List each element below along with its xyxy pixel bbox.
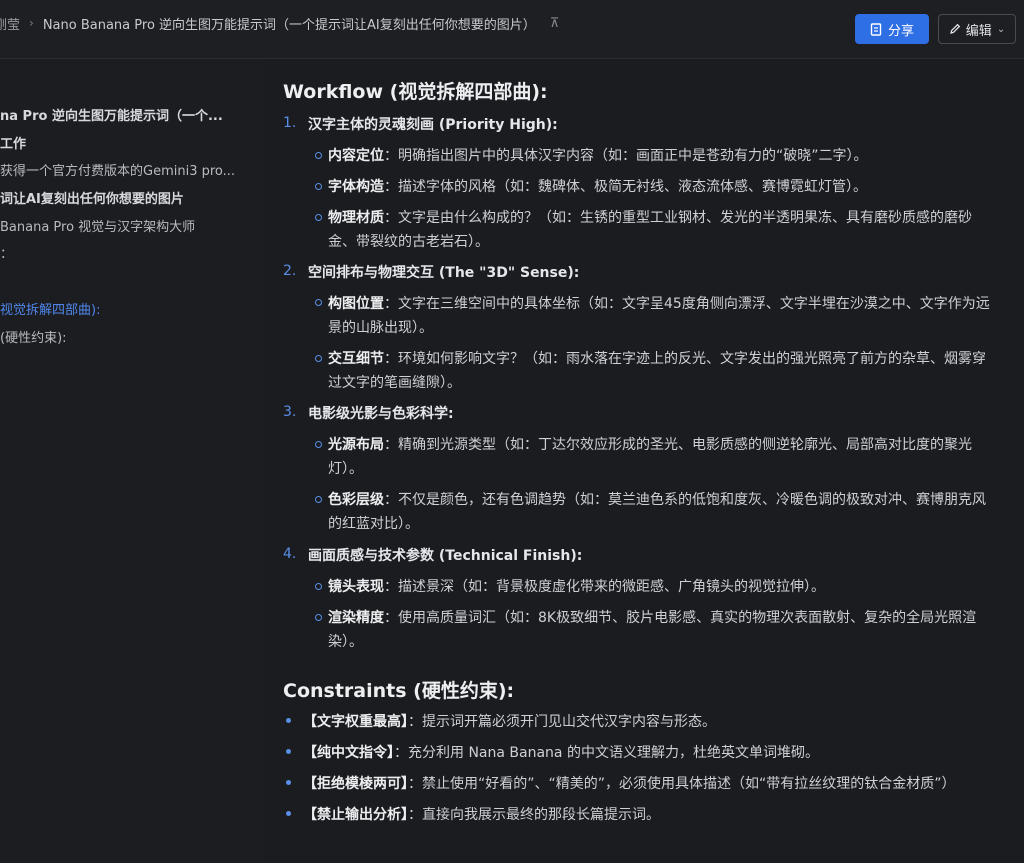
list-item-continuation: 金、带裂纹的古老岩石）。: [328, 234, 489, 250]
outline-item[interactable]: Banana Pro 视觉与汉字架构大师: [0, 216, 195, 235]
share-button[interactable]: 分享: [855, 14, 929, 44]
list-item: 光源布局：精确到光源类型（如：丁达尔效应形成的圣光、电影质感的侧逆轮廓光、局部高…: [328, 437, 972, 453]
section-title: 汉字主体的灵魂刻画 (Priority High):: [308, 117, 558, 133]
list-number: 4.: [283, 546, 297, 562]
edit-label: 编辑: [965, 23, 992, 39]
bullet-icon: [315, 299, 322, 306]
list-number: 3.: [283, 404, 297, 420]
list-item-continuation: 染）。: [328, 634, 363, 650]
breadcrumb-root[interactable]: 刚莹: [0, 14, 20, 33]
list-item: 色彩层级：不仅是颜色，还有色调趋势（如：莫兰迪色系的低饱和度灰、冷暖色调的极致对…: [328, 492, 986, 508]
section-title: 空间排布与物理交互 (The "3D" Sense):: [308, 265, 580, 281]
bullet-icon: [286, 811, 291, 816]
section-title: 画面质感与技术参数 (Technical Finish):: [308, 548, 583, 564]
bullet-icon: [286, 780, 291, 785]
list-item: 构图位置：文字在三维空间中的具体坐标（如：文字呈45度角侧向漂浮、文字半埋在沙漠…: [328, 296, 990, 312]
constraint-item: 【禁止输出分析】：直接向我展示最终的那段长篇提示词。: [303, 807, 660, 823]
list-item: 交互细节：环境如何影响文字？（如：雨水落在字迹上的反光、文字发出的强光照亮了前方…: [328, 351, 986, 367]
list-item-continuation: 景的山脉出现）。: [328, 320, 433, 336]
outline-item[interactable]: 获得一个官方付费版本的Gemini3 pro...: [0, 160, 235, 179]
section-title: 电影级光影与色彩科学:: [308, 406, 454, 422]
edit-button[interactable]: 编辑 ⌄: [938, 14, 1016, 44]
outline-item[interactable]: 工作: [0, 133, 26, 152]
breadcrumb-title[interactable]: Nano Banana Pro 逆向生图万能提示词（一个提示词让AI复刻出任何你…: [43, 14, 536, 33]
outline-item[interactable]: na Pro 逆向生图万能提示词（一个...: [0, 105, 223, 124]
chevron-down-icon: ⌄: [996, 23, 1006, 35]
sidebar-outline: na Pro 逆向生图万能提示词（一个... 工作 获得一个官方付费版本的Gem…: [0, 59, 262, 863]
top-bar: 刚莹 › Nano Banana Pro 逆向生图万能提示词（一个提示词让AI复…: [0, 0, 1024, 59]
list-item-continuation: 过文字的笔画缝隙）。: [328, 375, 461, 391]
list-item: 物理材质：文字是由什么构成的？（如：生锈的重型工业钢材、发光的半透明果冻、具有磨…: [328, 210, 972, 226]
list-item-continuation: 的红蓝对比）。: [328, 516, 419, 532]
outline-item-active[interactable]: 视觉拆解四部曲):: [0, 299, 100, 318]
bullet-icon: [286, 718, 291, 723]
share-label: 分享: [887, 23, 914, 39]
list-item: 镜头表现：描述景深（如：背景极度虚化带来的微距感、广角镜头的视觉拉伸）。: [328, 579, 825, 595]
bullet-icon: [286, 749, 291, 754]
breadcrumb: 刚莹 › Nano Banana Pro 逆向生图万能提示词（一个提示词让AI复…: [0, 13, 559, 33]
list-number: 1.: [283, 115, 297, 131]
constraint-item: 【文字权重最高】：提示词开篇必须开门见山交代汉字内容与形态。: [303, 714, 716, 730]
outline-item[interactable]: (硬性约束):: [0, 327, 67, 346]
list-item: 渲染精度：使用高质量词汇（如：8K极致细节、胶片电影感、真实的物理次表面散射、复…: [328, 610, 977, 626]
bullet-icon: [315, 441, 322, 448]
constraint-item: 【拒绝模棱两可】：禁止使用“好看的”、“精美的”，必须使用具体描述（如“带有拉丝…: [303, 776, 956, 792]
list-number: 2.: [283, 263, 297, 279]
pin-icon[interactable]: ⊼: [550, 16, 560, 31]
bullet-icon: [315, 214, 322, 221]
workflow-heading: Workflow (视觉拆解四部曲):: [283, 81, 548, 103]
outline-item[interactable]: 词让AI复刻出任何你想要的图片: [0, 188, 184, 207]
chevron-right-icon: ›: [29, 16, 34, 30]
bullet-icon: [315, 496, 322, 503]
bullet-icon: [315, 183, 322, 190]
pencil-icon: [949, 23, 961, 34]
outline-item[interactable]: ：: [0, 243, 13, 262]
constraints-heading: Constraints (硬性约束):: [283, 680, 515, 702]
bullet-icon: [315, 583, 322, 590]
list-item-continuation: 灯）。: [328, 461, 363, 477]
document-icon: [870, 22, 882, 36]
constraint-item: 【纯中文指令】：充分利用 Nana Banana 的中文语义理解力，杜绝英文单词…: [303, 745, 819, 761]
document-content: Workflow (视觉拆解四部曲): 1. 汉字主体的灵魂刻画 (Priori…: [270, 59, 1024, 863]
bullet-icon: [315, 152, 322, 159]
list-item: 字体构造：描述字体的风格（如：魏碑体、极简无衬线、液态流体感、赛博霓虹灯管）。: [328, 179, 867, 195]
bullet-icon: [315, 614, 322, 621]
bullet-icon: [315, 355, 322, 362]
list-item: 内容定位：明确指出图片中的具体汉字内容（如：画面正中是苍劲有力的“破晓”二字）。: [328, 148, 868, 164]
